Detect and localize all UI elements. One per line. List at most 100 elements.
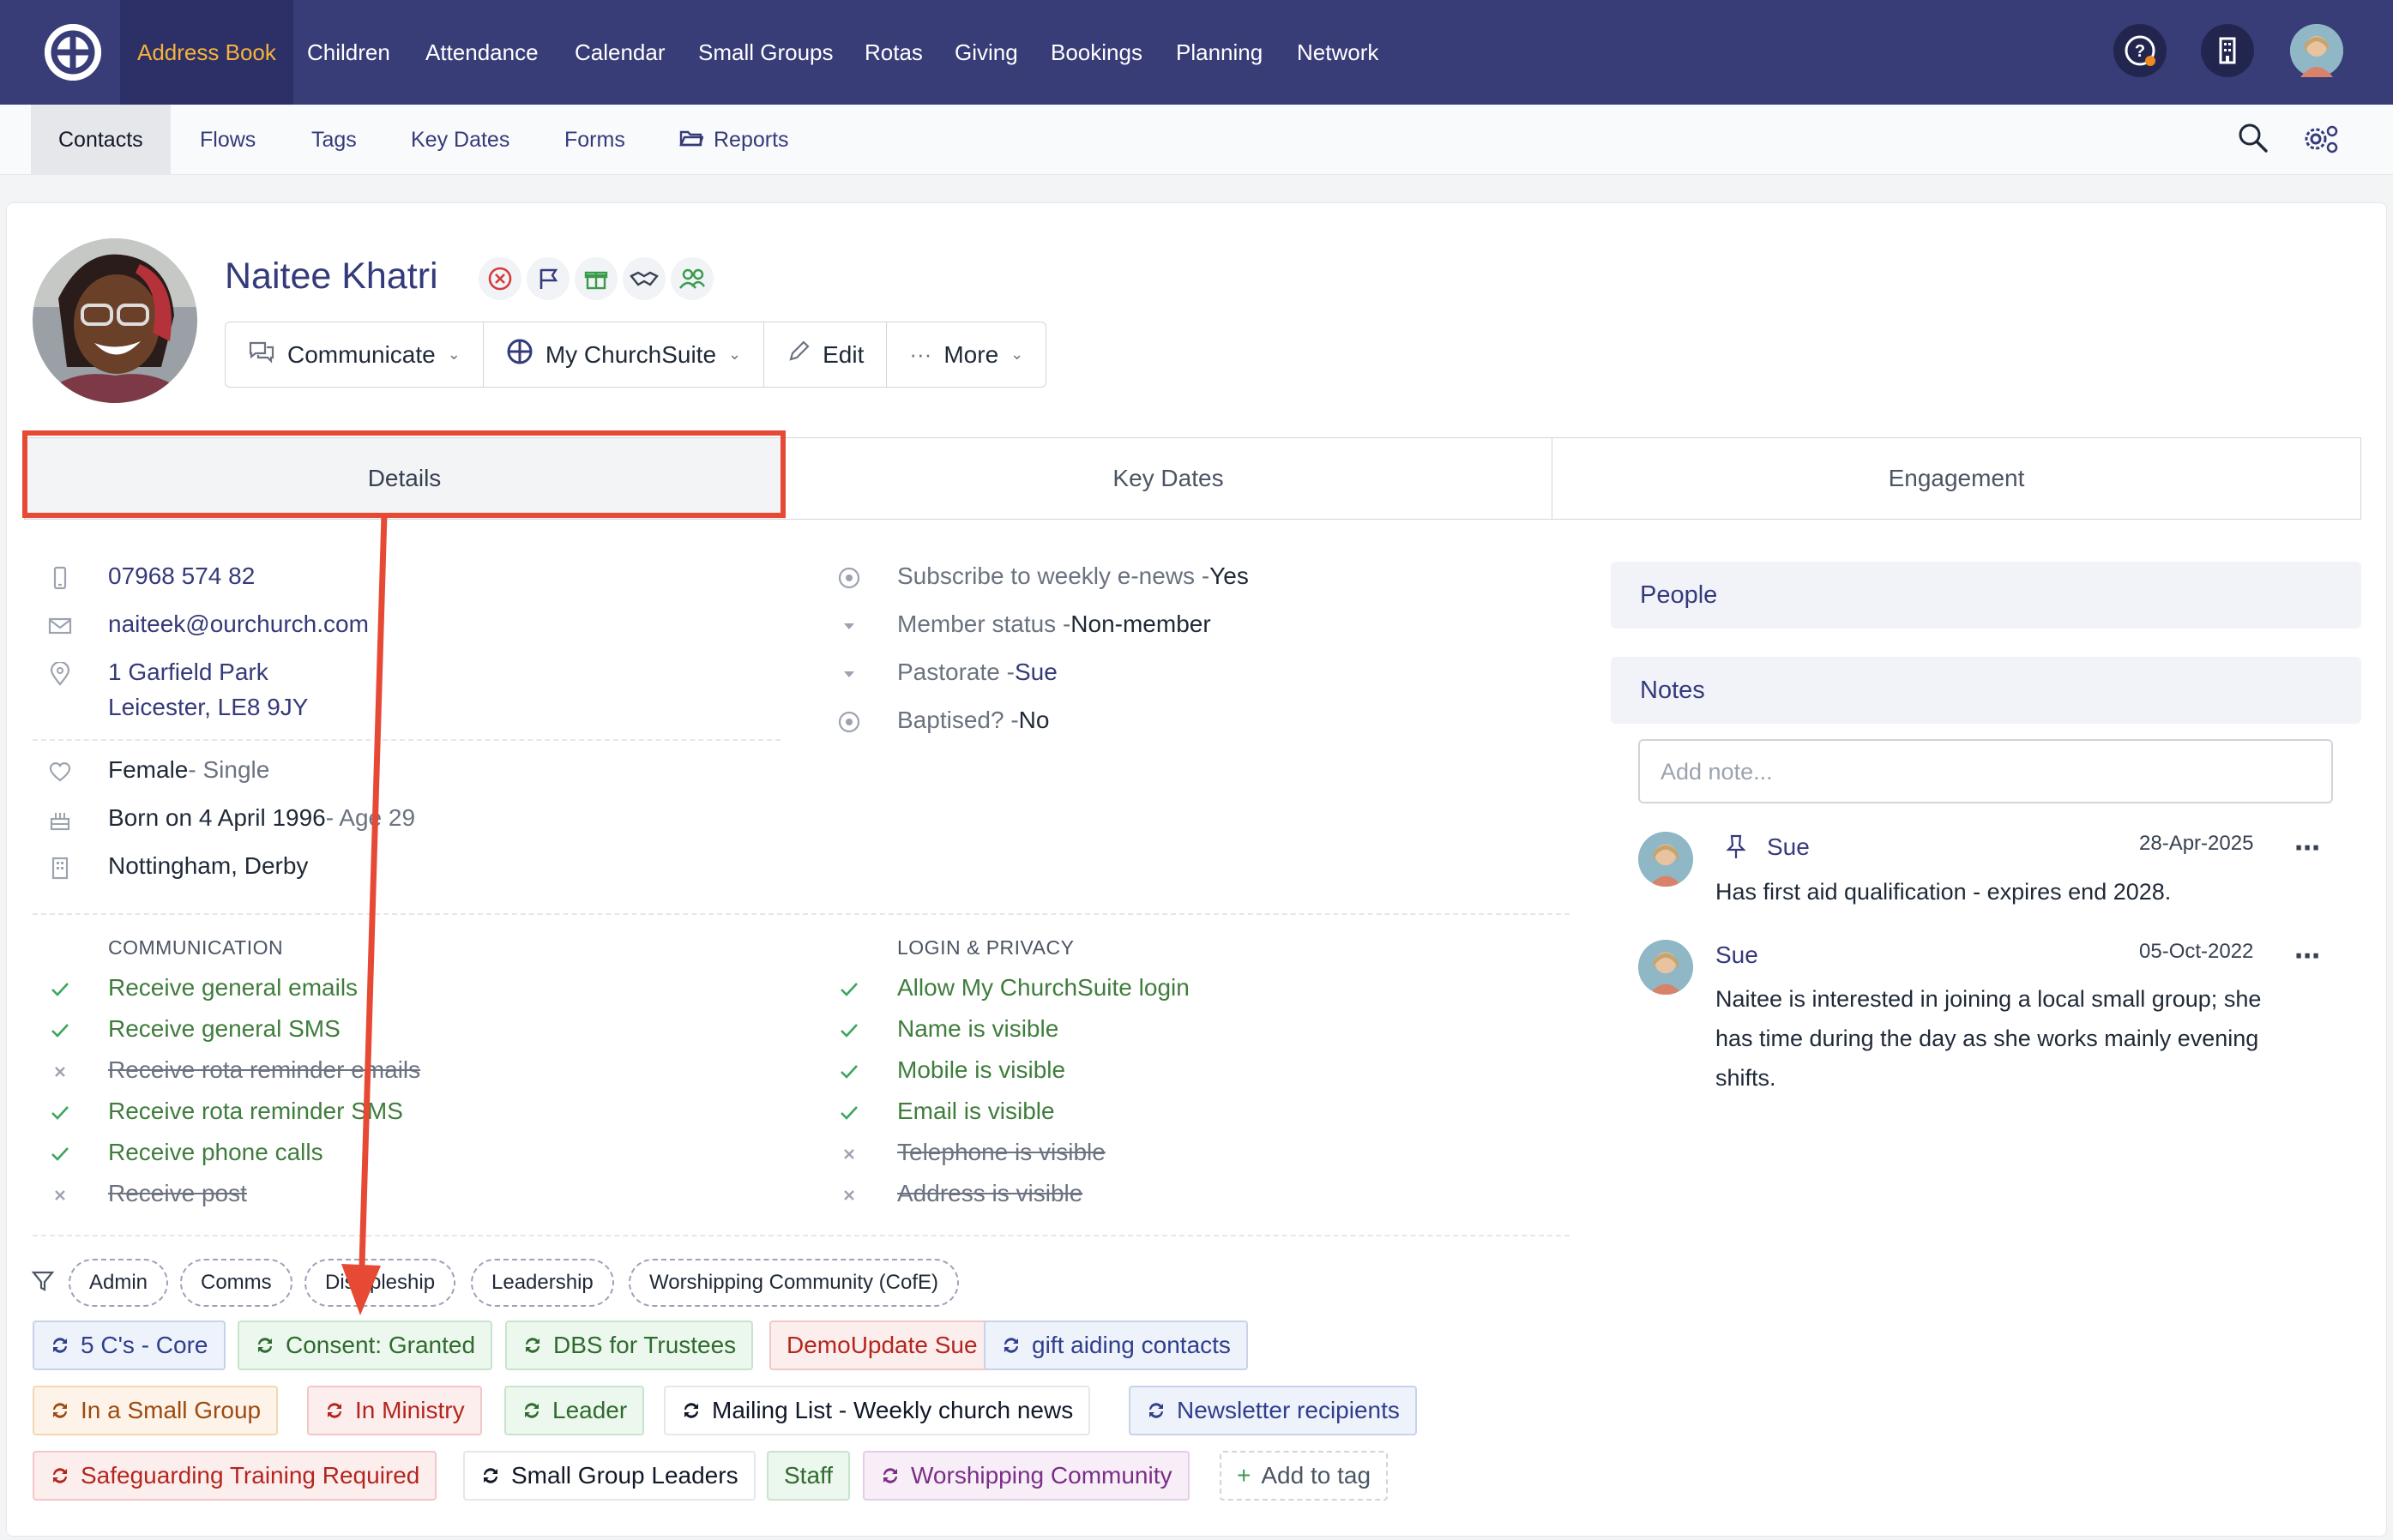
note-date: 05-Oct-2022 <box>2139 940 2254 963</box>
nav-attendance[interactable]: Attendance <box>425 0 539 105</box>
communication-item: Receive phone calls <box>108 1139 323 1165</box>
tag-chip[interactable]: Leader <box>504 1386 645 1435</box>
tag-chip[interactable]: Mailing List - Weekly church news <box>664 1386 1091 1435</box>
address-line-2[interactable]: Leicester, LE8 9JY <box>108 694 308 721</box>
chevron-down-icon: ⌄ <box>447 346 461 363</box>
nav-network[interactable]: Network <box>1297 0 1378 105</box>
checkmark-icon <box>837 978 861 1002</box>
nav-bookings[interactable]: Bookings <box>1051 0 1142 105</box>
filter-tag-worshipping-community[interactable]: Worshipping Community (CofE) <box>629 1259 959 1307</box>
note-options-ellipsis-icon[interactable]: ⋯ <box>2294 833 2320 863</box>
nav-children[interactable]: Children <box>307 0 390 105</box>
cancel-circle-icon[interactable] <box>479 257 521 300</box>
tag-label: Worshipping Community <box>911 1462 1172 1489</box>
settings-gear-icon[interactable] <box>2302 122 2340 160</box>
subnav-tags[interactable]: Tags <box>311 105 357 175</box>
subnav-contacts[interactable]: Contacts <box>31 105 171 175</box>
mychurchsuite-button[interactable]: My ChurchSuite ⌄ <box>484 322 765 387</box>
building-icon[interactable] <box>2201 24 2254 77</box>
sync-icon <box>681 1397 712 1423</box>
people-panel[interactable]: People <box>1611 562 2361 629</box>
add-note-input[interactable]: Add note... <box>1638 739 2333 803</box>
nav-calendar[interactable]: Calendar <box>575 0 666 105</box>
field-member-status: Member status - Non-member <box>897 611 1211 638</box>
contact-tabs: Details Key Dates Engagement <box>24 437 2361 520</box>
subnav-reports[interactable]: Reports <box>679 105 789 175</box>
people-group-icon[interactable] <box>671 257 714 300</box>
nav-small-groups[interactable]: Small Groups <box>698 0 834 105</box>
filter-tag-comms[interactable]: Comms <box>180 1259 292 1307</box>
note-options-ellipsis-icon[interactable]: ⋯ <box>2294 941 2320 972</box>
communicate-label: Communicate <box>287 340 436 368</box>
edit-button[interactable]: Edit <box>764 322 888 387</box>
communicate-button[interactable]: Communicate ⌄ <box>226 322 484 387</box>
annotation-arrow <box>341 514 388 1315</box>
user-avatar[interactable] <box>2290 24 2343 77</box>
folder-icon <box>679 105 704 176</box>
nav-planning[interactable]: Planning <box>1176 0 1263 105</box>
nav-rotas[interactable]: Rotas <box>865 0 923 105</box>
top-navigation-bar: Address Book Children Attendance Calenda… <box>0 0 2393 105</box>
notes-panel[interactable]: Notes <box>1611 657 2361 724</box>
handshake-icon[interactable] <box>623 257 666 300</box>
filter-tag-leadership[interactable]: Leadership <box>471 1259 614 1307</box>
plus-icon: + <box>1237 1462 1251 1489</box>
nav-address-book[interactable]: Address Book <box>120 0 293 105</box>
tag-label: In Ministry <box>355 1397 465 1423</box>
subnav-key-dates[interactable]: Key Dates <box>411 105 509 175</box>
privacy-item: Email is visible <box>897 1098 1055 1124</box>
sync-icon <box>324 1397 355 1423</box>
filter-icon[interactable] <box>31 1269 55 1297</box>
help-icon[interactable]: ? <box>2113 24 2167 77</box>
gift-icon[interactable] <box>575 257 618 300</box>
nav-giving[interactable]: Giving <box>955 0 1018 105</box>
field-baptised: Baptised? - No <box>897 707 1049 734</box>
add-to-tag-button[interactable]: + Add to tag <box>1220 1451 1389 1501</box>
divider <box>33 913 1570 915</box>
tag-chip[interactable]: Worshipping Community <box>863 1451 1190 1501</box>
tag-chip[interactable]: Consent: Granted <box>238 1320 493 1370</box>
sync-icon <box>50 1332 81 1358</box>
tag-chip[interactable]: Newsletter recipients <box>1129 1386 1417 1435</box>
tag-label: Small Group Leaders <box>511 1462 738 1489</box>
tag-chip[interactable]: Safeguarding Training Required <box>33 1451 437 1501</box>
filter-tag-admin[interactable]: Admin <box>69 1259 169 1307</box>
churchsuite-logo-icon[interactable] <box>45 24 101 81</box>
more-button[interactable]: ··· More ⌄ <box>887 322 1046 387</box>
contact-photo[interactable] <box>33 238 197 403</box>
subnav-forms[interactable]: Forms <box>564 105 625 175</box>
field-value: No <box>1018 707 1050 733</box>
radio-icon <box>837 566 861 590</box>
privacy-item: Mobile is visible <box>897 1056 1066 1083</box>
tag-label: 5 C's - Core <box>81 1332 208 1358</box>
tab-engagement[interactable]: Engagement <box>1552 438 2360 519</box>
tag-chip[interactable]: gift aiding contacts <box>984 1320 1248 1370</box>
tag-chip[interactable]: 5 C's - Core <box>33 1320 226 1370</box>
tag-chip[interactable]: Small Group Leaders <box>463 1451 756 1501</box>
tag-chip[interactable]: In Ministry <box>307 1386 482 1435</box>
sync-icon <box>255 1332 286 1358</box>
pin-icon[interactable] <box>1724 833 1748 865</box>
chat-icon <box>248 340 275 370</box>
checkmark-icon <box>837 1019 861 1043</box>
search-icon[interactable] <box>2237 122 2269 159</box>
privacy-item: Allow My ChurchSuite login <box>897 974 1190 1001</box>
tag-chip[interactable]: Staff <box>767 1451 851 1501</box>
flag-icon[interactable] <box>527 257 570 300</box>
phone-number[interactable]: 07968 574 82 <box>108 562 255 590</box>
tag-chip[interactable]: DBS for Trustees <box>505 1320 754 1370</box>
tab-key-dates[interactable]: Key Dates <box>785 438 1552 519</box>
field-value: Yes <box>1209 562 1249 589</box>
dropdown-caret-icon <box>837 662 861 686</box>
field-value-link[interactable]: Sue <box>1015 659 1058 686</box>
privacy-header: LOGIN & PRIVACY <box>897 936 1075 959</box>
tag-chip[interactable]: DemoUpdate Sue <box>769 1320 995 1370</box>
tab-details[interactable]: Details <box>25 438 785 519</box>
address-line-1[interactable]: 1 Garfield Park <box>108 659 268 686</box>
note-author[interactable]: Sue <box>1715 941 1758 969</box>
cross-icon <box>48 1183 72 1207</box>
subnav-flows[interactable]: Flows <box>200 105 256 175</box>
note-author[interactable]: Sue <box>1767 833 1810 861</box>
tag-label: Safeguarding Training Required <box>81 1462 420 1489</box>
tag-chip[interactable]: In a Small Group <box>33 1386 279 1435</box>
